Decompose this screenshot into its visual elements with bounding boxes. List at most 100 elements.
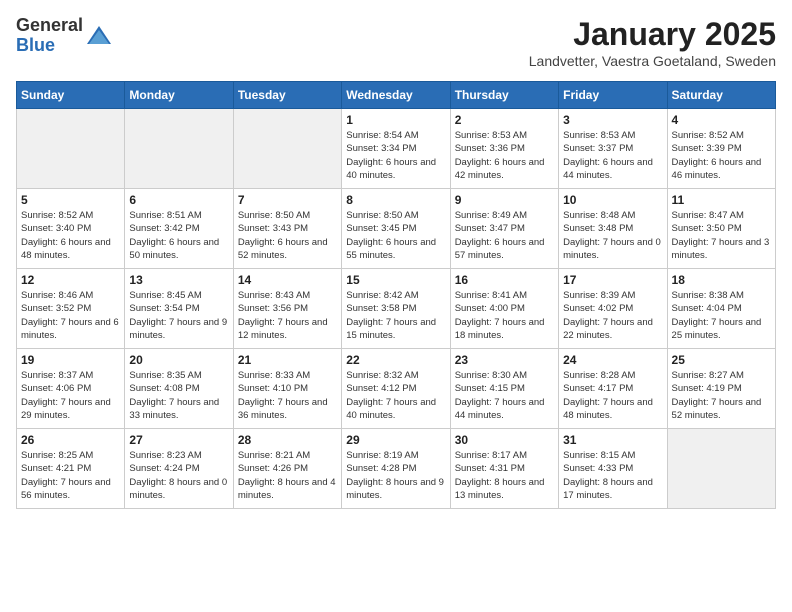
day-number: 19 xyxy=(21,353,120,367)
page-header: General Blue January 2025 Landvetter, Va… xyxy=(16,16,776,69)
day-number: 3 xyxy=(563,113,662,127)
day-number: 31 xyxy=(563,433,662,447)
calendar-cell: 19 Sunrise: 8:37 AM Sunset: 4:06 PM Dayli… xyxy=(17,349,125,429)
day-info: Sunrise: 8:23 AM Sunset: 4:24 PM Dayligh… xyxy=(129,449,228,502)
day-header-thursday: Thursday xyxy=(450,82,558,109)
calendar-cell: 23 Sunrise: 8:30 AM Sunset: 4:15 PM Dayli… xyxy=(450,349,558,429)
day-info: Sunrise: 8:32 AM Sunset: 4:12 PM Dayligh… xyxy=(346,369,445,422)
day-number: 30 xyxy=(455,433,554,447)
day-header-friday: Friday xyxy=(559,82,667,109)
day-number: 1 xyxy=(346,113,445,127)
day-info: Sunrise: 8:50 AM Sunset: 3:45 PM Dayligh… xyxy=(346,209,445,262)
day-info: Sunrise: 8:17 AM Sunset: 4:31 PM Dayligh… xyxy=(455,449,554,502)
day-number: 18 xyxy=(672,273,771,287)
calendar-cell: 6 Sunrise: 8:51 AM Sunset: 3:42 PM Daylig… xyxy=(125,189,233,269)
location: Landvetter, Vaestra Goetaland, Sweden xyxy=(529,53,776,69)
day-info: Sunrise: 8:47 AM Sunset: 3:50 PM Dayligh… xyxy=(672,209,771,262)
day-number: 11 xyxy=(672,193,771,207)
day-info: Sunrise: 8:19 AM Sunset: 4:28 PM Dayligh… xyxy=(346,449,445,502)
day-number: 22 xyxy=(346,353,445,367)
day-info: Sunrise: 8:28 AM Sunset: 4:17 PM Dayligh… xyxy=(563,369,662,422)
day-number: 28 xyxy=(238,433,337,447)
calendar-week-row: 19 Sunrise: 8:37 AM Sunset: 4:06 PM Dayli… xyxy=(17,349,776,429)
day-info: Sunrise: 8:54 AM Sunset: 3:34 PM Dayligh… xyxy=(346,129,445,182)
calendar-cell xyxy=(17,109,125,189)
calendar-cell: 9 Sunrise: 8:49 AM Sunset: 3:47 PM Daylig… xyxy=(450,189,558,269)
calendar-cell: 30 Sunrise: 8:17 AM Sunset: 4:31 PM Dayli… xyxy=(450,429,558,509)
calendar-cell xyxy=(125,109,233,189)
day-info: Sunrise: 8:35 AM Sunset: 4:08 PM Dayligh… xyxy=(129,369,228,422)
calendar-cell xyxy=(667,429,775,509)
calendar-cell: 3 Sunrise: 8:53 AM Sunset: 3:37 PM Daylig… xyxy=(559,109,667,189)
day-info: Sunrise: 8:52 AM Sunset: 3:40 PM Dayligh… xyxy=(21,209,120,262)
calendar-cell: 31 Sunrise: 8:15 AM Sunset: 4:33 PM Dayli… xyxy=(559,429,667,509)
logo: General Blue xyxy=(16,16,113,56)
calendar-week-row: 12Sunrise: 8:46 AM Sunset: 3:52 PM Dayli… xyxy=(17,269,776,349)
calendar-cell: 1 Sunrise: 8:54 AM Sunset: 3:34 PM Daylig… xyxy=(342,109,450,189)
day-number: 14 xyxy=(238,273,337,287)
calendar-header-row: SundayMondayTuesdayWednesdayThursdayFrid… xyxy=(17,82,776,109)
calendar-cell: 24Sunrise: 8:28 AM Sunset: 4:17 PM Dayli… xyxy=(559,349,667,429)
logo-blue: Blue xyxy=(16,36,83,56)
day-info: Sunrise: 8:38 AM Sunset: 4:04 PM Dayligh… xyxy=(672,289,771,342)
calendar-cell: 17 Sunrise: 8:39 AM Sunset: 4:02 PM Dayli… xyxy=(559,269,667,349)
day-header-sunday: Sunday xyxy=(17,82,125,109)
calendar-cell: 7 Sunrise: 8:50 AM Sunset: 3:43 PM Daylig… xyxy=(233,189,341,269)
calendar-week-row: 26 Sunrise: 8:25 AM Sunset: 4:21 PM Dayli… xyxy=(17,429,776,509)
calendar-cell: 26 Sunrise: 8:25 AM Sunset: 4:21 PM Dayli… xyxy=(17,429,125,509)
day-info: Sunrise: 8:33 AM Sunset: 4:10 PM Dayligh… xyxy=(238,369,337,422)
calendar-cell: 28 Sunrise: 8:21 AM Sunset: 4:26 PM Dayli… xyxy=(233,429,341,509)
calendar-week-row: 5 Sunrise: 8:52 AM Sunset: 3:40 PM Daylig… xyxy=(17,189,776,269)
calendar-cell: 15 Sunrise: 8:42 AM Sunset: 3:58 PM Dayli… xyxy=(342,269,450,349)
calendar-cell: 27Sunrise: 8:23 AM Sunset: 4:24 PM Dayli… xyxy=(125,429,233,509)
day-number: 8 xyxy=(346,193,445,207)
day-info: Sunrise: 8:41 AM Sunset: 4:00 PM Dayligh… xyxy=(455,289,554,342)
day-number: 15 xyxy=(346,273,445,287)
day-info: Sunrise: 8:42 AM Sunset: 3:58 PM Dayligh… xyxy=(346,289,445,342)
day-info: Sunrise: 8:37 AM Sunset: 4:06 PM Dayligh… xyxy=(21,369,120,422)
day-info: Sunrise: 8:50 AM Sunset: 3:43 PM Dayligh… xyxy=(238,209,337,262)
day-header-monday: Monday xyxy=(125,82,233,109)
calendar-cell: 12Sunrise: 8:46 AM Sunset: 3:52 PM Dayli… xyxy=(17,269,125,349)
day-info: Sunrise: 8:51 AM Sunset: 3:42 PM Dayligh… xyxy=(129,209,228,262)
day-info: Sunrise: 8:45 AM Sunset: 3:54 PM Dayligh… xyxy=(129,289,228,342)
calendar-cell: 2 Sunrise: 8:53 AM Sunset: 3:36 PM Daylig… xyxy=(450,109,558,189)
calendar-cell: 22 Sunrise: 8:32 AM Sunset: 4:12 PM Dayli… xyxy=(342,349,450,429)
calendar-cell: 8 Sunrise: 8:50 AM Sunset: 3:45 PM Daylig… xyxy=(342,189,450,269)
day-number: 6 xyxy=(129,193,228,207)
day-info: Sunrise: 8:25 AM Sunset: 4:21 PM Dayligh… xyxy=(21,449,120,502)
day-info: Sunrise: 8:46 AM Sunset: 3:52 PM Dayligh… xyxy=(21,289,120,342)
day-info: Sunrise: 8:52 AM Sunset: 3:39 PM Dayligh… xyxy=(672,129,771,182)
day-number: 9 xyxy=(455,193,554,207)
day-info: Sunrise: 8:53 AM Sunset: 3:37 PM Dayligh… xyxy=(563,129,662,182)
month-title: January 2025 xyxy=(529,16,776,53)
day-info: Sunrise: 8:53 AM Sunset: 3:36 PM Dayligh… xyxy=(455,129,554,182)
calendar-cell: 13Sunrise: 8:45 AM Sunset: 3:54 PM Dayli… xyxy=(125,269,233,349)
day-number: 7 xyxy=(238,193,337,207)
day-info: Sunrise: 8:21 AM Sunset: 4:26 PM Dayligh… xyxy=(238,449,337,502)
day-number: 17 xyxy=(563,273,662,287)
logo-general: General xyxy=(16,16,83,36)
day-info: Sunrise: 8:49 AM Sunset: 3:47 PM Dayligh… xyxy=(455,209,554,262)
day-number: 23 xyxy=(455,353,554,367)
day-info: Sunrise: 8:27 AM Sunset: 4:19 PM Dayligh… xyxy=(672,369,771,422)
day-number: 5 xyxy=(21,193,120,207)
day-header-wednesday: Wednesday xyxy=(342,82,450,109)
day-info: Sunrise: 8:30 AM Sunset: 4:15 PM Dayligh… xyxy=(455,369,554,422)
calendar-cell: 25Sunrise: 8:27 AM Sunset: 4:19 PM Dayli… xyxy=(667,349,775,429)
day-number: 26 xyxy=(21,433,120,447)
day-info: Sunrise: 8:39 AM Sunset: 4:02 PM Dayligh… xyxy=(563,289,662,342)
day-info: Sunrise: 8:15 AM Sunset: 4:33 PM Dayligh… xyxy=(563,449,662,502)
day-header-saturday: Saturday xyxy=(667,82,775,109)
day-number: 20 xyxy=(129,353,228,367)
calendar-cell: 21Sunrise: 8:33 AM Sunset: 4:10 PM Dayli… xyxy=(233,349,341,429)
calendar-cell: 16Sunrise: 8:41 AM Sunset: 4:00 PM Dayli… xyxy=(450,269,558,349)
calendar-table: SundayMondayTuesdayWednesdayThursdayFrid… xyxy=(16,81,776,509)
calendar-cell: 4Sunrise: 8:52 AM Sunset: 3:39 PM Daylig… xyxy=(667,109,775,189)
calendar-cell: 20 Sunrise: 8:35 AM Sunset: 4:08 PM Dayli… xyxy=(125,349,233,429)
calendar-cell xyxy=(233,109,341,189)
calendar-cell: 10Sunrise: 8:48 AM Sunset: 3:48 PM Dayli… xyxy=(559,189,667,269)
calendar-cell: 18 Sunrise: 8:38 AM Sunset: 4:04 PM Dayli… xyxy=(667,269,775,349)
calendar-week-row: 1 Sunrise: 8:54 AM Sunset: 3:34 PM Daylig… xyxy=(17,109,776,189)
day-number: 2 xyxy=(455,113,554,127)
